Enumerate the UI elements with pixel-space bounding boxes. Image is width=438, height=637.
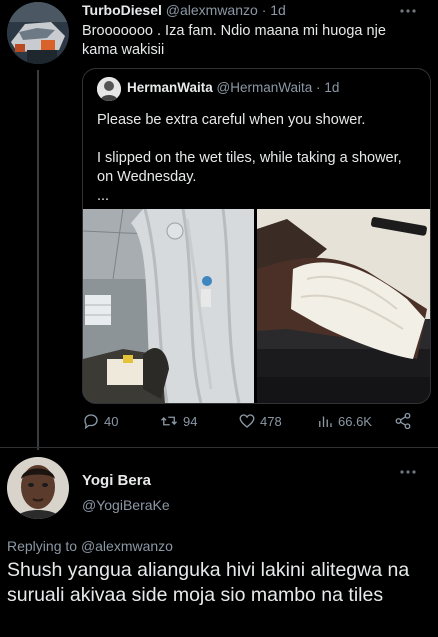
retweet-count: 94 [183, 413, 198, 429]
separator: · [261, 2, 267, 18]
avatar[interactable] [7, 2, 69, 64]
divider [0, 447, 438, 448]
author-name[interactable]: TurboDiesel [82, 2, 162, 18]
quote-media [83, 209, 430, 403]
share-button[interactable] [394, 412, 412, 430]
tweet-text: Brooooooo . Iza fam. Ndio maana mi huoga… [82, 23, 386, 58]
quote-line-1: Please be extra careful when you shower. [97, 112, 366, 128]
like-count: 478 [260, 413, 282, 429]
retweet-button[interactable]: 94 [159, 412, 197, 430]
quote-text: Please be extra careful when you shower.… [97, 111, 417, 206]
quote-line-3: ... [97, 188, 110, 204]
view-count: 66.6K [338, 413, 372, 429]
reply-text: Shush yangua alianguka hivi lakini alite… [7, 559, 410, 606]
replying-prefix: Replying to [7, 538, 78, 554]
tweet-header: TurboDiesel @alexmwanzo · 1d [82, 2, 286, 18]
quote-time: 1d [324, 80, 340, 95]
reply-avatar-image [7, 457, 69, 519]
separator: · [316, 80, 321, 95]
quote-line-2: I slipped on the wet tiles, while taking… [97, 150, 402, 185]
share-icon [395, 412, 411, 430]
quote-author-handle: @HermanWaita [216, 80, 313, 95]
views-button[interactable]: 66.6K [316, 412, 372, 430]
like-button[interactable]: 478 [238, 412, 282, 430]
more-icon[interactable] [398, 4, 418, 23]
reply-more-icon[interactable] [398, 465, 418, 484]
quote-author-name: HermanWaita [127, 80, 213, 95]
reply-button[interactable]: 40 [82, 412, 118, 430]
heart-icon [239, 414, 255, 428]
bandaged-knee-photo[interactable] [257, 209, 430, 403]
avatar-image [7, 2, 69, 64]
quote-avatar [97, 77, 121, 101]
reply-author-handle[interactable]: @YogiBeraKe [82, 497, 170, 513]
thread-line [37, 70, 39, 450]
author-handle[interactable]: @alexmwanzo [166, 2, 258, 18]
tweet-actions: 40 94 478 66.6K [82, 412, 430, 436]
reply-count: 40 [104, 413, 119, 429]
analytics-icon [319, 416, 332, 427]
reply-author-name[interactable]: Yogi Bera [82, 472, 151, 489]
quoted-tweet[interactable]: HermanWaita @HermanWaita · 1d Please be … [82, 68, 431, 404]
retweet-icon [161, 416, 177, 426]
replying-to-handle[interactable]: @alexmwanzo [81, 538, 173, 554]
tweet-time[interactable]: 1d [270, 2, 286, 18]
replying-to: Replying to @alexmwanzo [7, 538, 173, 554]
reply-avatar[interactable] [7, 457, 69, 519]
hospital-drip-photo[interactable] [83, 209, 254, 403]
reply-icon [84, 414, 98, 430]
quote-header: HermanWaita @HermanWaita · 1d [127, 80, 339, 95]
